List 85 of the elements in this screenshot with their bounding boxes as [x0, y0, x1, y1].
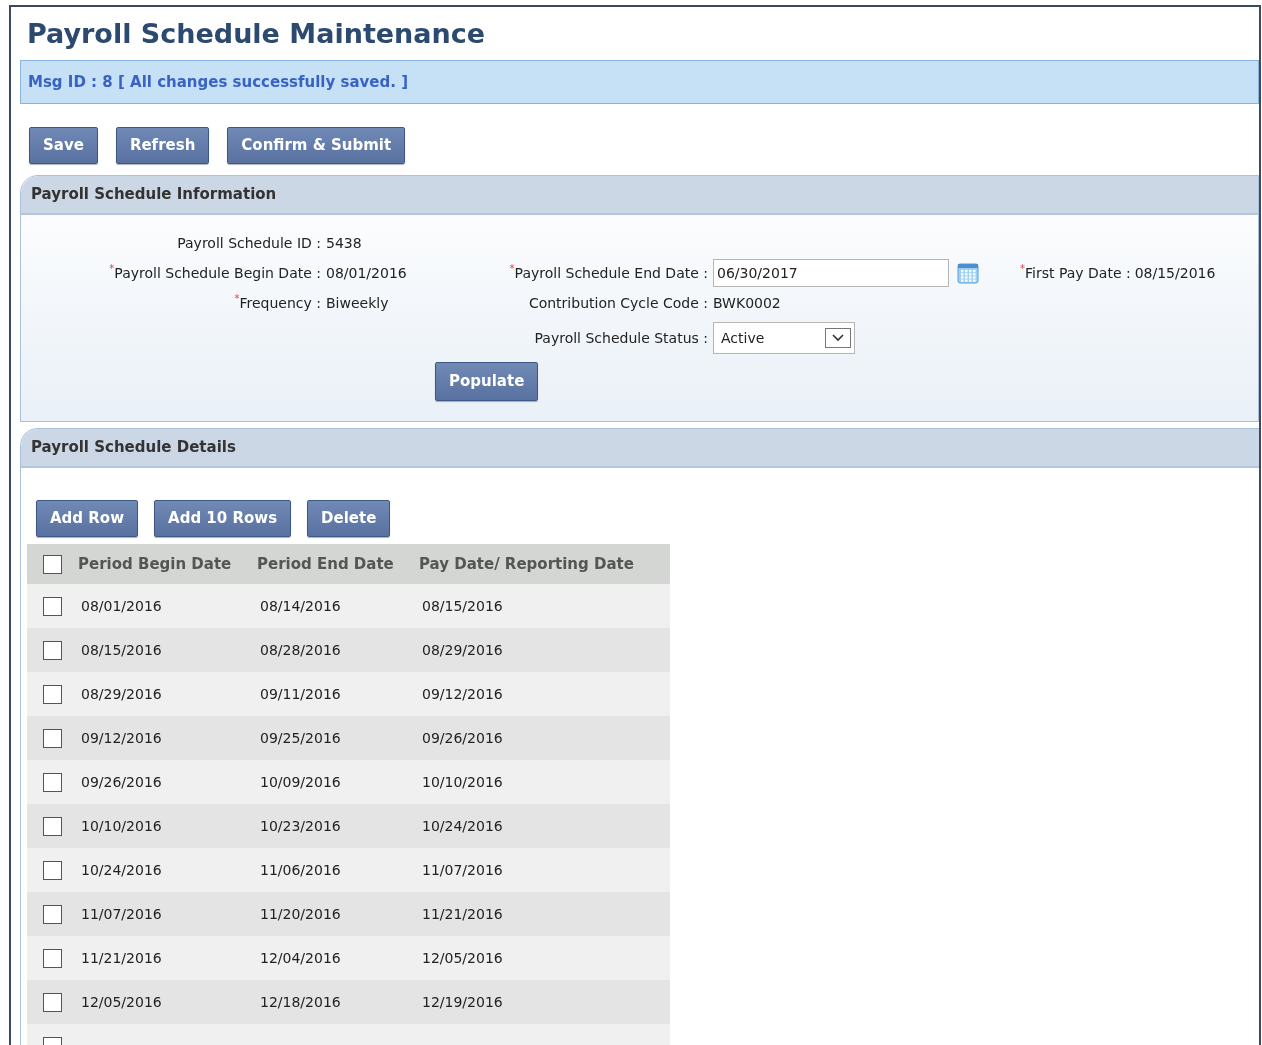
date-field[interactable]: 06/30/2017 — [713, 259, 949, 287]
table-cell-text: 08/14/2016 — [259, 596, 342, 616]
checkbox[interactable] — [43, 596, 62, 616]
table-cell-text: 10/10/2016 — [80, 816, 163, 836]
table-cell-text: 09/12/2016 — [80, 728, 163, 748]
checkbox[interactable] — [43, 816, 62, 836]
table-cell-text: 12/05/2016 — [80, 992, 163, 1012]
action-button[interactable]: Add Row — [36, 500, 139, 537]
table-cell-text: 12/19/2016 — [421, 992, 503, 1012]
checkbox[interactable] — [43, 772, 62, 792]
table-row[interactable]: 09/12/2016 09/25/2016 09/26/2016 — [27, 716, 670, 760]
table-cell-text: 10/23/2016 — [259, 816, 342, 836]
action-button[interactable]: Refresh — [115, 127, 210, 164]
section-header: Payroll Schedule Information — [21, 176, 1258, 215]
table-cell-text: 08/15/2016 — [421, 596, 503, 616]
checkbox[interactable] — [43, 728, 62, 748]
field-label: Payroll Schedule Begin Date : — [114, 263, 321, 283]
table-cell-text: 09/26/2016 — [421, 728, 503, 748]
field-value: 08/01/2016 — [326, 263, 407, 283]
field-value: 08/15/2016 — [1134, 263, 1216, 283]
table-cell-text: 10/24/2016 — [421, 816, 503, 836]
table-row[interactable]: 10/10/2016 10/23/2016 10/24/2016 — [27, 804, 670, 848]
action-button[interactable]: Populate — [435, 362, 539, 401]
table-cell-text: 08/01/2016 — [80, 596, 163, 616]
table-cell-text: 11/21/2016 — [421, 904, 503, 924]
table-cell-text: 11/06/2016 — [259, 860, 342, 880]
table-cell-text: 11/07/2016 — [80, 904, 163, 924]
required-marker: * — [234, 292, 240, 305]
page-title: Payroll Schedule Maintenance — [26, 17, 487, 51]
field-value: Biweekly — [326, 293, 389, 313]
checkbox[interactable] — [43, 948, 62, 968]
table-row[interactable]: 09/26/2016 10/09/2016 10/10/2016 — [27, 760, 670, 804]
status-dropdown[interactable]: Active — [713, 322, 855, 354]
table-cell-text: 10/24/2016 — [80, 860, 163, 880]
table-cell-text: 08/15/2016 — [80, 640, 163, 660]
field-value: BWK0002 — [713, 293, 781, 313]
table-cell-text: 11/20/2016 — [259, 904, 342, 924]
field-label: First Pay Date : — [1025, 263, 1131, 283]
table-row[interactable]: 10/24/2016 11/06/2016 11/07/2016 — [27, 848, 670, 892]
action-button[interactable]: Delete — [307, 500, 391, 537]
table-cell-text: 12/05/2016 — [421, 948, 503, 968]
field-label: Contribution Cycle Code : — [528, 293, 708, 313]
calendar-icon[interactable] — [957, 262, 979, 284]
table-cell-text: 11/07/2016 — [421, 860, 503, 880]
table-row[interactable]: 08/01/2016 08/14/2016 08/15/2016 — [27, 584, 670, 628]
checkbox[interactable] — [43, 992, 62, 1012]
checkbox[interactable] — [43, 684, 62, 704]
table-cell-text: 09/26/2016 — [80, 772, 163, 792]
table-cell-text: 09/25/2016 — [259, 728, 342, 748]
required-marker: * — [509, 262, 515, 275]
table-row[interactable]: 11/21/2016 12/04/2016 12/05/2016 — [27, 936, 670, 980]
checkbox[interactable] — [43, 640, 62, 660]
column-header: Period Begin Date — [78, 553, 233, 575]
column-header: Pay Date/ Reporting Date — [419, 553, 634, 575]
required-marker: * — [1020, 262, 1025, 274]
field-label: Payroll Schedule Status : — [534, 328, 708, 348]
action-button[interactable]: Save — [29, 127, 98, 164]
table-cell-text: 12/04/2016 — [259, 948, 342, 968]
section-header: Payroll Schedule Details — [21, 429, 1259, 468]
checkbox[interactable] — [43, 904, 62, 924]
action-button[interactable]: Confirm & Submit — [227, 127, 406, 164]
table-cell-text: 09/12/2016 — [421, 684, 503, 704]
checkbox[interactable] — [43, 554, 62, 574]
table-row[interactable]: 12/05/2016 12/18/2016 12/19/2016 — [27, 980, 670, 1024]
field-label: Frequency : — [239, 293, 321, 313]
table-cell-text: 11/21/2016 — [80, 948, 163, 968]
chevron-down-icon — [825, 328, 851, 348]
column-header: Period End Date — [257, 553, 395, 575]
table-cell-text: 10/10/2016 — [421, 772, 503, 792]
table-cell-text: 10/09/2016 — [259, 772, 342, 792]
table-cell-text: 08/29/2016 — [80, 684, 163, 704]
table-cell-text: 12/18/2016 — [259, 992, 342, 1012]
field-label: Payroll Schedule End Date : — [514, 263, 708, 283]
table-cell-text: 08/28/2016 — [259, 640, 342, 660]
required-marker: * — [109, 262, 115, 274]
field-label: Payroll Schedule ID : — [177, 233, 321, 253]
table-row[interactable]: 11/07/2016 11/20/2016 11/21/2016 — [27, 892, 670, 936]
table-cell-text: 08/29/2016 — [421, 640, 503, 660]
action-button[interactable]: Add 10 Rows — [154, 500, 292, 537]
table-row[interactable]: 08/15/2016 08/28/2016 08/29/2016 — [27, 628, 670, 672]
table-cell-text: 09/11/2016 — [259, 684, 342, 704]
field-value: 5438 — [326, 233, 362, 253]
checkbox[interactable] — [43, 860, 62, 880]
table-row[interactable]: 08/29/2016 09/11/2016 09/12/2016 — [27, 672, 670, 716]
message-bar: Msg ID : 8 [ All changes successfully saved. ] — [20, 60, 1259, 104]
